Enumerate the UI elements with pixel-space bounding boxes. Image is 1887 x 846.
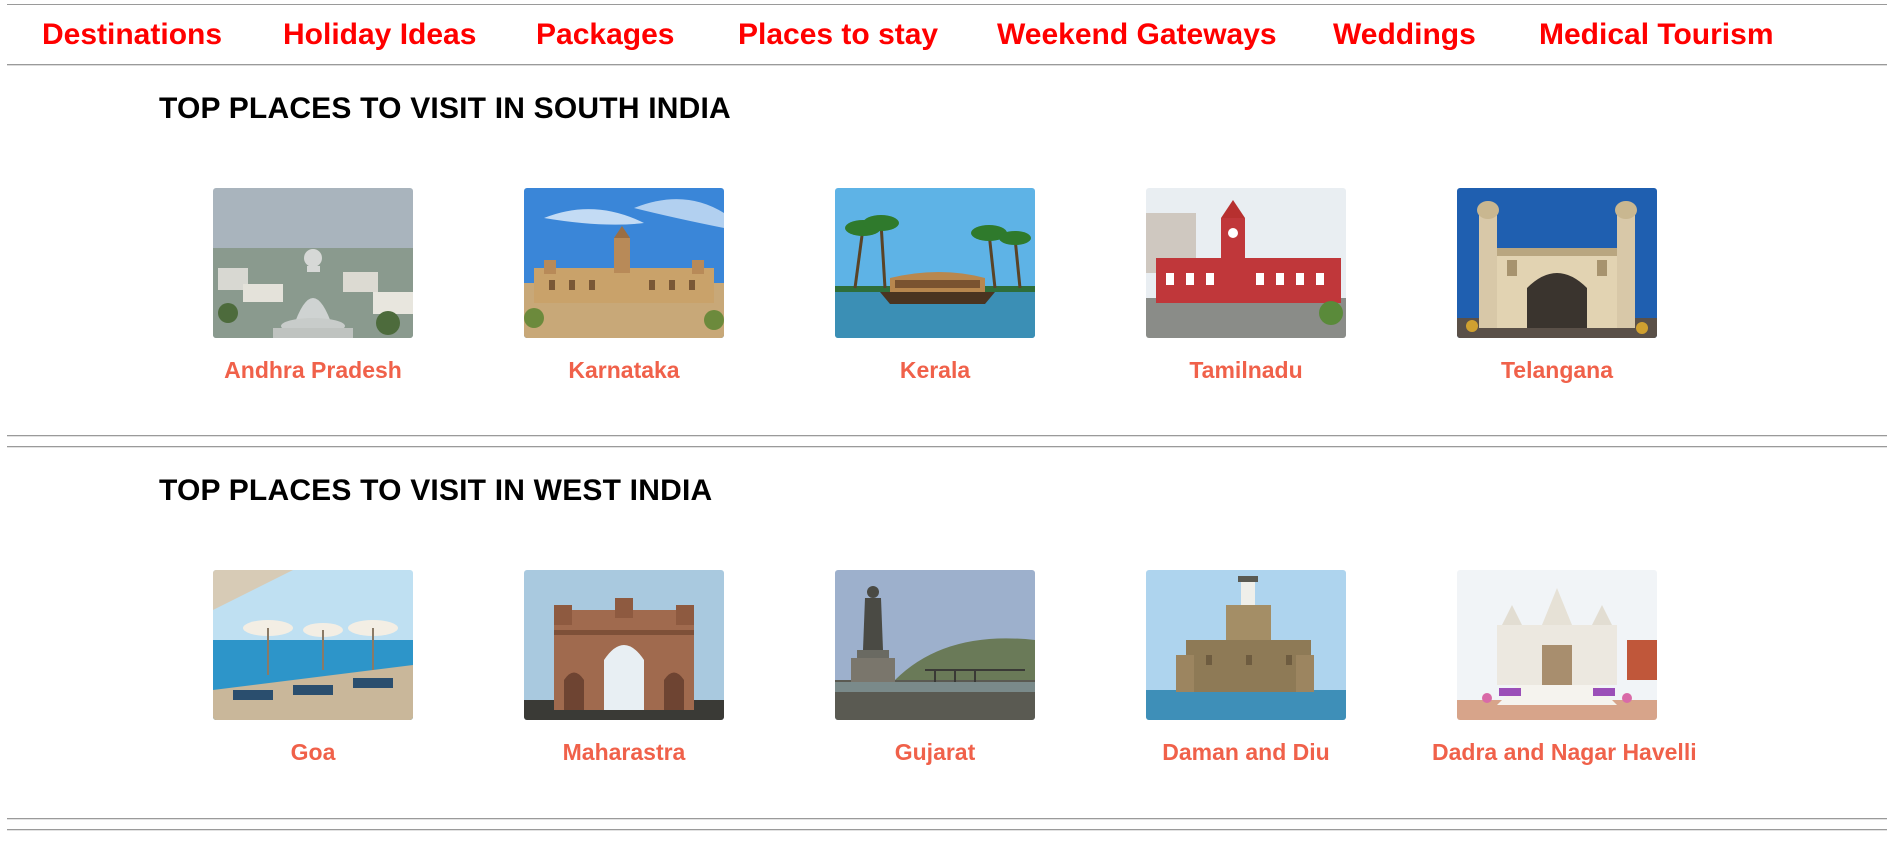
place-label-tamilnadu[interactable]: Tamilnadu — [1121, 357, 1371, 384]
place-label-telangana[interactable]: Telangana — [1432, 357, 1682, 384]
place-label-kerala[interactable]: Kerala — [810, 357, 1060, 384]
palace-image[interactable] — [524, 188, 724, 338]
section-divider — [7, 818, 1887, 819]
white-temple-image[interactable] — [1457, 570, 1657, 720]
sea-fort-image[interactable] — [1146, 570, 1346, 720]
statue-of-unity-image[interactable] — [835, 570, 1035, 720]
charminar-image[interactable] — [1457, 188, 1657, 338]
place-label-goa[interactable]: Goa — [188, 739, 438, 766]
buddha-statue-image[interactable] — [213, 188, 413, 338]
nav-item-medical-tourism[interactable]: Medical Tourism — [1539, 5, 1774, 64]
section-title-south-india: TOP PLACES TO VISIT IN SOUTH INDIA — [159, 92, 731, 125]
railway-station-image[interactable] — [1146, 188, 1346, 338]
top-nav: Destinations Holiday Ideas Packages Plac… — [7, 4, 1887, 65]
place-label-gujarat[interactable]: Gujarat — [810, 739, 1060, 766]
section-divider — [7, 829, 1887, 830]
place-label-daman-and-diu[interactable]: Daman and Diu — [1121, 739, 1371, 766]
beach-resort-image[interactable] — [213, 570, 413, 720]
place-label-dadra-and-nagar-havelli[interactable]: Dadra and Nagar Havelli — [1432, 739, 1697, 766]
nav-item-places-to-stay[interactable]: Places to stay — [738, 5, 938, 64]
nav-item-destinations[interactable]: Destinations — [42, 5, 222, 64]
nav-item-weekend-gateways[interactable]: Weekend Gateways — [997, 5, 1277, 64]
section-title-west-india: TOP PLACES TO VISIT IN WEST INDIA — [159, 474, 713, 507]
place-label-karnataka[interactable]: Karnataka — [499, 357, 749, 384]
page: Destinations Holiday Ideas Packages Plac… — [0, 0, 1887, 846]
nav-item-weddings[interactable]: Weddings — [1333, 5, 1476, 64]
houseboat-image[interactable] — [835, 188, 1035, 338]
place-label-andhra-pradesh[interactable]: Andhra Pradesh — [188, 357, 438, 384]
section-divider — [7, 435, 1887, 436]
place-label-maharastra[interactable]: Maharastra — [499, 739, 749, 766]
nav-item-holiday-ideas[interactable]: Holiday Ideas — [283, 5, 476, 64]
gateway-of-india-image[interactable] — [524, 570, 724, 720]
section-divider — [7, 446, 1887, 447]
nav-item-packages[interactable]: Packages — [536, 5, 674, 64]
